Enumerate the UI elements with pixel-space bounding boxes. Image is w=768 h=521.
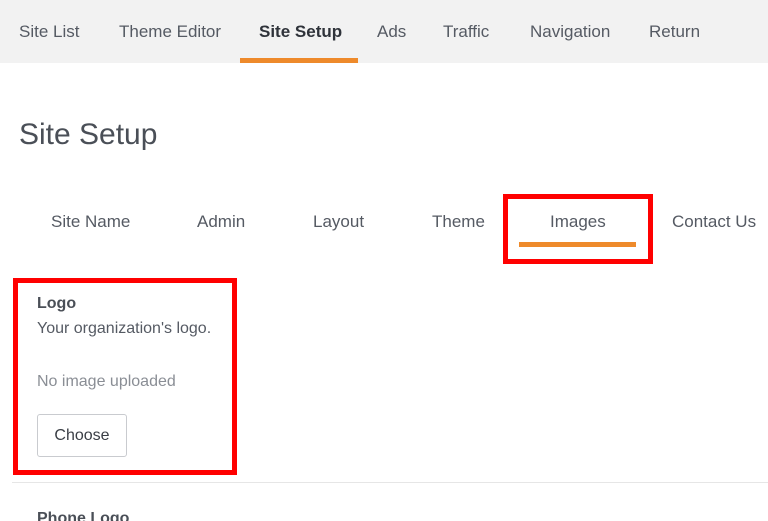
phone-logo-section-title: Phone Logo xyxy=(37,510,130,521)
tab-theme-editor[interactable]: Theme Editor xyxy=(119,0,221,63)
logo-section-highlight-box xyxy=(13,278,237,475)
active-tab-indicator xyxy=(240,58,358,63)
tab-site-list[interactable]: Site List xyxy=(19,0,79,63)
subtab-contact-us[interactable]: Contact Us xyxy=(672,212,756,232)
top-navigation-bar: Site List Theme Editor Site Setup Ads Tr… xyxy=(0,0,768,63)
subtab-theme[interactable]: Theme xyxy=(432,212,485,232)
tab-traffic[interactable]: Traffic xyxy=(443,0,489,63)
subtab-admin[interactable]: Admin xyxy=(197,212,245,232)
page-title: Site Setup xyxy=(19,118,158,151)
tab-navigation[interactable]: Navigation xyxy=(530,0,610,63)
subtab-site-name[interactable]: Site Name xyxy=(51,212,130,232)
tab-site-setup[interactable]: Site Setup xyxy=(259,0,342,63)
tab-ads[interactable]: Ads xyxy=(377,0,406,63)
images-tab-highlight-box xyxy=(503,194,653,264)
section-divider xyxy=(12,482,768,483)
tab-return[interactable]: Return xyxy=(649,0,700,63)
subtab-layout[interactable]: Layout xyxy=(313,212,364,232)
